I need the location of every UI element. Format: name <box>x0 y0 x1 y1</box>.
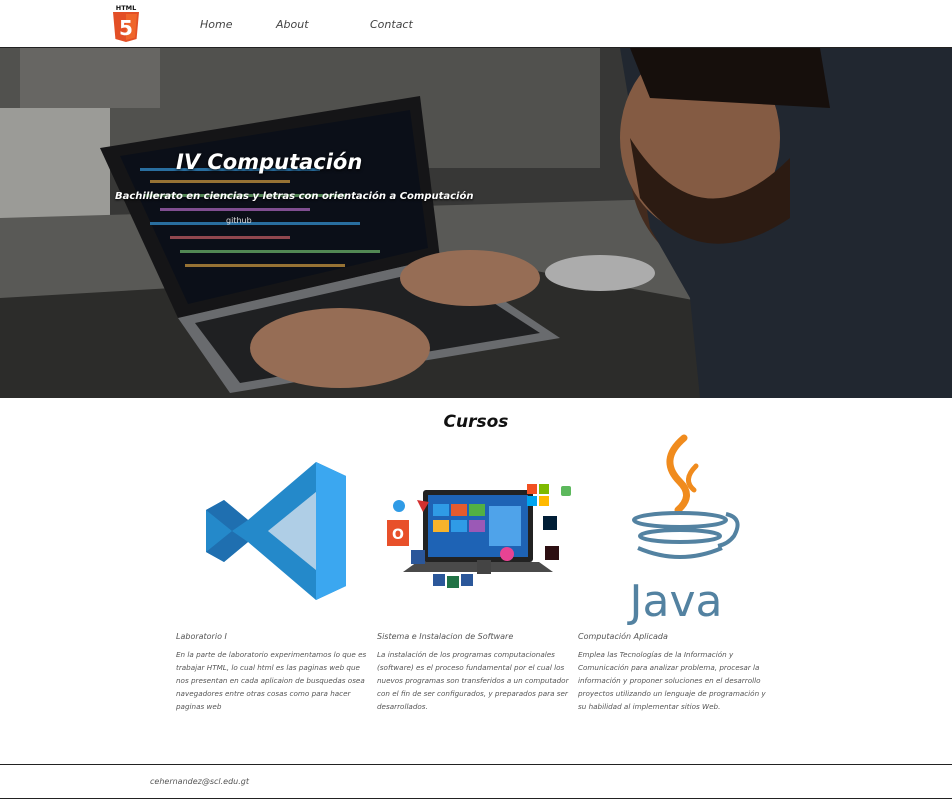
cursos-heading: Cursos <box>443 412 509 432</box>
course-title: Laboratorio I <box>176 632 227 641</box>
github-link[interactable]: github <box>226 216 252 225</box>
hero-subtitle: Bachillerato en ciencias y letras con or… <box>115 191 474 202</box>
java-logo-icon: Java <box>627 434 740 627</box>
html5-logo-icon[interactable]: HTML 5 <box>112 3 140 43</box>
logo-number: 5 <box>119 16 133 40</box>
hero-title: IV Computación <box>176 150 363 174</box>
nav-link-about[interactable]: About <box>276 18 309 31</box>
footer-email: cehernandez@scl.edu.gt <box>150 777 250 786</box>
nav-link-home[interactable]: Home <box>200 18 232 31</box>
footer: cehernandez@scl.edu.gt <box>0 764 952 799</box>
course-description: Emplea las Tecnologías de la Información… <box>578 650 766 711</box>
java-logo-text: Java <box>627 576 723 627</box>
software-install-laptop-icon: O <box>387 484 571 588</box>
course-title: Computación Aplicada <box>578 632 668 641</box>
course-title: Sistema e Instalacion de Software <box>377 632 514 641</box>
hero-banner: IV Computación Bachillerato en ciencias … <box>0 48 952 398</box>
nav-link-contact[interactable]: Contact <box>370 18 413 31</box>
top-navbar: HTML 5 Home About Contact <box>0 0 952 48</box>
hero-photo-laptop <box>0 48 952 398</box>
vscode-logo-icon <box>206 462 346 600</box>
course-description: La instalación de los programas computac… <box>377 650 569 711</box>
course-description: En la parte de laboratorio experimentamo… <box>176 650 367 711</box>
svg-text:O: O <box>392 527 404 543</box>
logo-text: HTML <box>116 4 136 12</box>
